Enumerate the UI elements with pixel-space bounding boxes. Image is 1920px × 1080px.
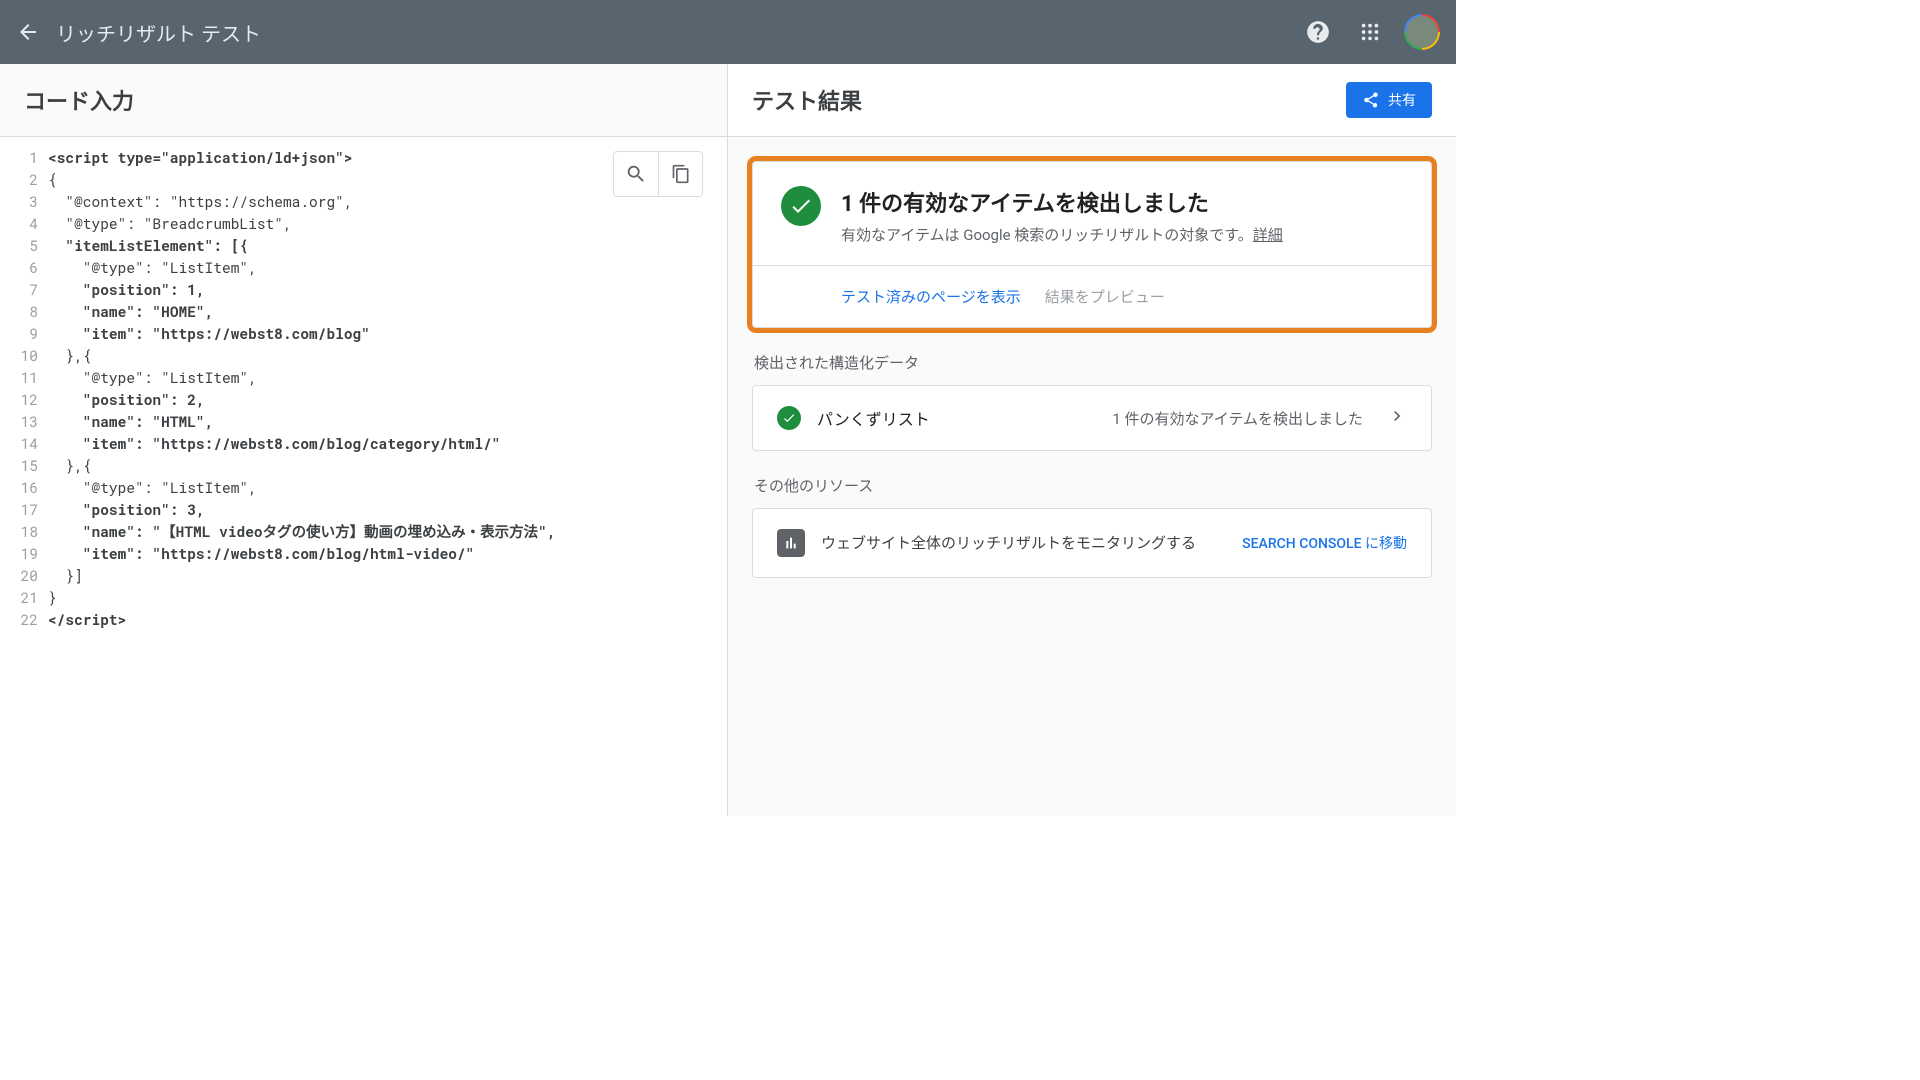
summary-title: 1 件の有効なアイテムを検出しました: [841, 186, 1283, 218]
resource-card: ウェブサイト全体のリッチリザルトをモニタリングする SEARCH CONSOLE…: [752, 508, 1432, 578]
app-title: リッチリザルト テスト: [56, 18, 261, 47]
search-icon: [625, 163, 647, 185]
copy-icon: [671, 164, 691, 184]
back-button[interactable]: [16, 20, 40, 44]
results-pane: テスト結果 共有 1 件の有効なアイテムを検出しました 有効なアイテムは Goo…: [728, 64, 1456, 816]
arrow-left-icon: [16, 20, 40, 44]
code-editor[interactable]: 12345678910111213141516171819202122 <scr…: [0, 137, 727, 816]
other-resources-label: その他のリソース: [754, 475, 1432, 496]
summary-subtitle: 有効なアイテムは Google 検索のリッチリザルトの対象です。詳細: [841, 224, 1283, 245]
view-tested-page-button[interactable]: テスト済みのページを表示: [841, 286, 1021, 307]
results-title: テスト結果: [752, 84, 862, 116]
code-input-pane: コード入力 1234567891011121314151617181920212…: [0, 64, 728, 816]
help-button[interactable]: [1300, 14, 1336, 50]
share-icon: [1362, 91, 1380, 109]
detected-data-card: パンくずリスト 1 件の有効なアイテムを検出しました: [752, 385, 1432, 451]
detected-item-desc: 1 件の有効なアイテムを検出しました: [1112, 408, 1363, 429]
account-avatar[interactable]: [1404, 14, 1440, 50]
detected-item-name: パンくずリスト: [817, 406, 1096, 430]
code-gutter: 12345678910111213141516171819202122: [0, 147, 48, 631]
search-code-button[interactable]: [614, 152, 658, 196]
app-header: リッチリザルト テスト: [0, 0, 1456, 64]
check-icon: [789, 194, 813, 218]
code-toolbar: [613, 151, 703, 197]
details-link[interactable]: 詳細: [1253, 226, 1283, 244]
item-success-icon: [777, 406, 801, 430]
bar-chart-icon: [783, 535, 799, 551]
success-icon: [781, 186, 821, 226]
check-icon: [782, 411, 796, 425]
search-console-link[interactable]: SEARCH CONSOLE に移動: [1242, 533, 1407, 553]
share-button[interactable]: 共有: [1346, 82, 1432, 118]
detected-item-row[interactable]: パンくずリスト 1 件の有効なアイテムを検出しました: [753, 386, 1431, 450]
code-lines: <script type="application/ld+json">{ "@c…: [48, 147, 727, 631]
summary-card: 1 件の有効なアイテムを検出しました 有効なアイテムは Google 検索のリッ…: [752, 161, 1432, 328]
code-input-title: コード入力: [0, 64, 727, 137]
apps-grid-icon: [1359, 21, 1381, 43]
share-label: 共有: [1388, 90, 1416, 110]
chevron-right-icon: [1387, 406, 1407, 430]
help-icon: [1305, 19, 1331, 45]
resource-text: ウェブサイト全体のリッチリザルトをモニタリングする: [821, 533, 1226, 554]
preview-results-button: 結果をプレビュー: [1045, 286, 1165, 307]
copy-code-button[interactable]: [658, 152, 702, 196]
analytics-icon: [777, 529, 805, 557]
detected-data-label: 検出された構造化データ: [754, 352, 1432, 373]
apps-button[interactable]: [1352, 14, 1388, 50]
